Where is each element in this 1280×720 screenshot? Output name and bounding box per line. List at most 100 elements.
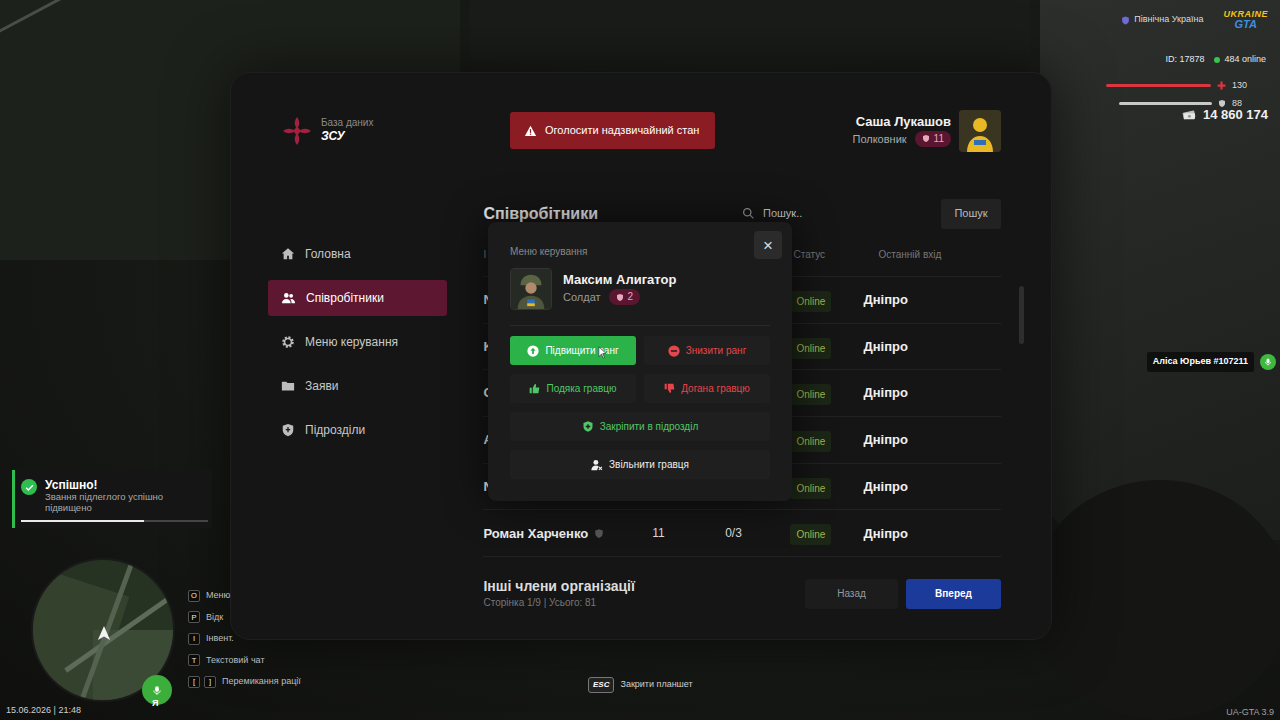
notification-message: Звання підлеглого успішно підвищено (45, 492, 208, 514)
date-time: 15.06.2026 | 21:48 (6, 704, 81, 718)
player-rank-row: Солдат2 (563, 289, 676, 306)
key-label: Меню (206, 589, 230, 603)
promote-button[interactable]: Підвищити ранг (510, 336, 636, 365)
scrollbar-thumb[interactable] (1019, 286, 1024, 344)
player-rank: Солдат (563, 289, 601, 306)
employee-rank: 11 (628, 524, 688, 542)
key-hint: [] Перемикання рації (188, 675, 301, 689)
cash-icon (1181, 109, 1197, 120)
status-pill: Online (790, 338, 831, 359)
tablet-header: База данихЗСУ Оголосити надзвичайний стан… (268, 108, 1001, 153)
sidebar-item[interactable]: Співробітники (268, 280, 447, 316)
thank-button[interactable]: Подяка гравцю (510, 374, 636, 403)
success-notification: Успішно!Звання підлеглого успішно підвищ… (12, 470, 212, 528)
close-hint: ESCЗакрити планшет (588, 677, 693, 693)
scenery (1030, 480, 1280, 720)
emergency-button[interactable]: Оголосити надзвичайний стан (510, 112, 715, 149)
sidebar-item[interactable]: Головна (268, 236, 447, 272)
mic-icon (152, 684, 162, 697)
pagination-info: Сторінка 1/9 | Усього: 81 (483, 595, 634, 610)
employee-city: Дніпро (863, 337, 1001, 357)
notification-text: Успішно!Звання підлеглого успішно підвищ… (45, 478, 208, 514)
status-bars: 13088 (1106, 79, 1250, 110)
money: 14 860 174 (1181, 105, 1268, 125)
notification-content: Успішно!Звання підлеглого успішно підвищ… (21, 478, 208, 514)
game-logo: UKRAINEGTA (1223, 10, 1268, 30)
keycap: I (188, 633, 200, 645)
action-buttons: Підвищити ранг Знизити ранг Подяка гравцю Д… (510, 336, 770, 479)
notification-timer (21, 520, 208, 522)
action-label: Звільнити гравця (609, 457, 689, 472)
sidebar-label: Співробітники (306, 289, 384, 307)
employee-warnings: 0/3 (688, 524, 778, 542)
search-button[interactable]: Пошук (941, 199, 1001, 229)
employee-name-cell: Роман Харченко (483, 524, 628, 544)
version-label: UA-GTA 3.9 (1226, 706, 1274, 720)
dismiss-button[interactable]: Звільнити гравця (510, 450, 770, 479)
key-group: O (188, 590, 200, 602)
user-rank-row: Полковник11 (852, 131, 951, 148)
shield-icon (594, 528, 604, 539)
health-row: 130 (1106, 79, 1250, 93)
employee-city: Дніпро (863, 383, 1001, 403)
key-hints: OМенюPВідкIІнвент.TТекстовий чат[]Переми… (188, 589, 301, 689)
gear-icon (281, 335, 295, 349)
demote-button[interactable]: Знизити ранг (644, 336, 770, 365)
action-label: Закріпити в підрозділ (600, 419, 699, 434)
region-label: Північна Україна (1134, 13, 1203, 27)
key-group: [] (188, 676, 216, 688)
brand-text: База данихЗСУ (321, 117, 373, 145)
pagination: Назад Вперед (805, 579, 1001, 609)
people-icon (281, 291, 296, 305)
close-button[interactable]: × (754, 231, 782, 259)
reprimand-button[interactable]: Догана гравцю (644, 374, 770, 403)
avatar-icon (959, 110, 1001, 152)
sidebar-label: Заяви (305, 377, 339, 395)
status-pill: Online (790, 384, 831, 405)
footer-title: Інші члени організації (483, 577, 634, 595)
tablet-panel: База данихЗСУ Оголосити надзвичайний стан… (230, 72, 1052, 640)
arrow-up-icon (527, 345, 539, 357)
health-fill (1106, 84, 1211, 87)
key-label: Інвент. (206, 632, 234, 646)
sidebar-item[interactable]: Меню керування (268, 324, 447, 360)
emergency-label: Оголосити надзвичайний стан (545, 122, 699, 139)
column-header: Останній вхід (863, 247, 1001, 262)
keycap: O (188, 590, 200, 602)
online-count: 484 online (1214, 53, 1266, 67)
player-info: Максим АлигаторСолдат2 (563, 272, 676, 305)
brand-subtitle: База даних (321, 117, 373, 129)
user-name: Саша Лукашов (856, 114, 951, 131)
shield-plus-icon (582, 420, 594, 433)
sidebar-item[interactable]: Підрозділи (268, 412, 447, 448)
search-input[interactable] (763, 205, 933, 222)
armor-track (1119, 102, 1212, 105)
assign-button[interactable]: Закріпити в підрозділ (510, 412, 770, 441)
brand: База данихЗСУ (268, 115, 448, 147)
key-label: Перемикання рації (222, 675, 301, 689)
player-name: Максим Алигатор (563, 272, 676, 289)
user-remove-icon (591, 459, 603, 471)
region-bar: Північна Україна UKRAINEGTA (1121, 10, 1268, 30)
key-hint: I Інвент. (188, 632, 301, 646)
rank-level: 11 (934, 133, 944, 145)
health-cross-icon (1217, 81, 1226, 90)
keycap: [ (188, 676, 200, 688)
status-pill: Online (790, 524, 831, 545)
employee-city: Дніпро (863, 477, 1001, 497)
sidebar-item[interactable]: Заяви (268, 368, 447, 404)
player-arrow-icon (97, 620, 111, 644)
online-dot (1214, 57, 1220, 63)
scenery (470, 0, 1030, 60)
next-button[interactable]: Вперед (906, 579, 1001, 609)
health-track (1106, 84, 1211, 87)
table-row[interactable]: Роман Харченко110/3OnlineДніпро (483, 510, 1001, 557)
prev-button[interactable]: Назад (805, 579, 898, 609)
minus-icon (668, 345, 680, 357)
scenery (0, 0, 104, 43)
player-id-row: ID: 17878484 online (1165, 53, 1266, 67)
shield-icon (281, 423, 295, 437)
health-value: 130 (1232, 79, 1250, 93)
key-label: Текстовий чат (206, 654, 265, 668)
voice-label: Я (152, 697, 158, 711)
